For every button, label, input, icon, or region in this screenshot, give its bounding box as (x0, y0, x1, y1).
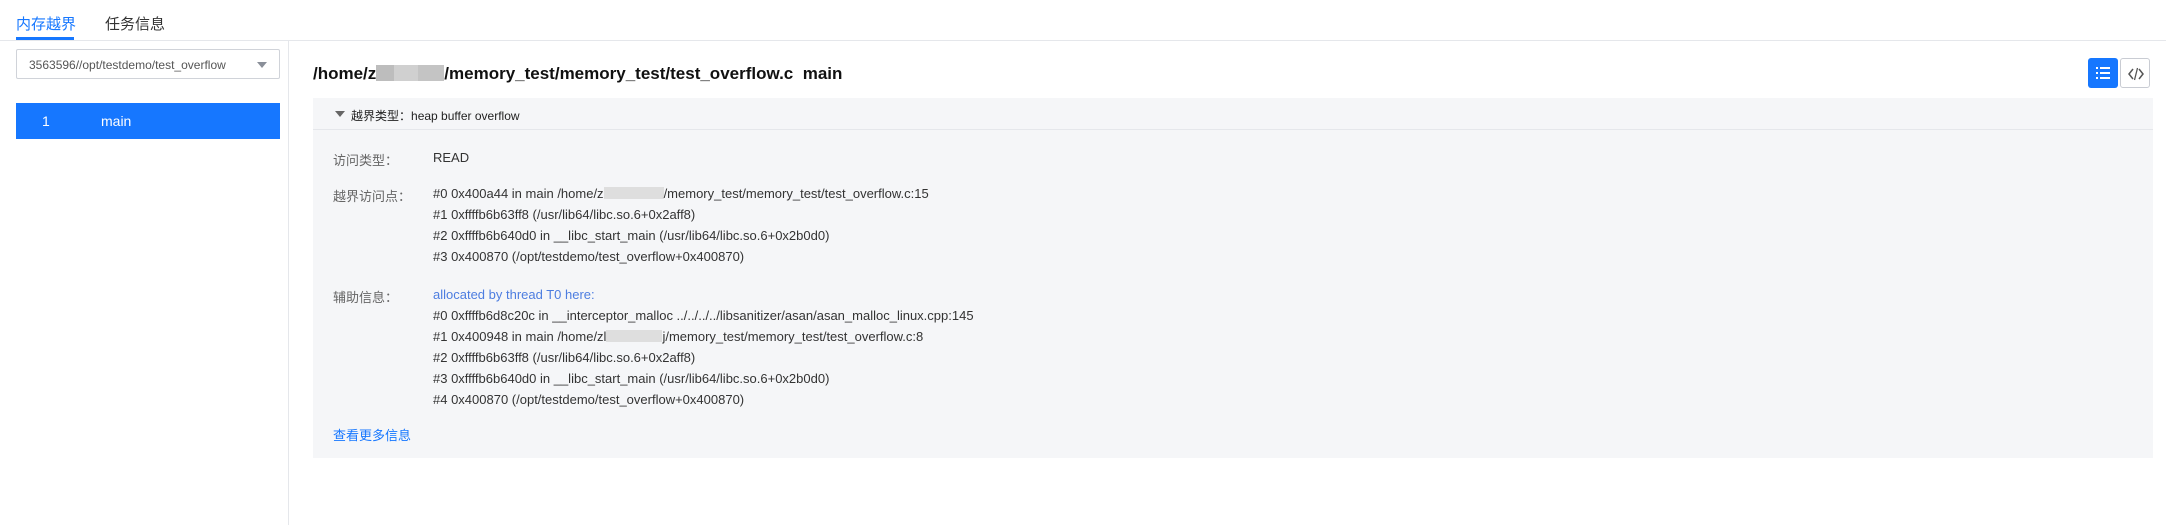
stack-frame-prefix: #0 0x400a44 in main /home/z (433, 186, 604, 201)
panel-header: 越界类型：heap buffer overflow (313, 98, 2153, 130)
overflow-detail-panel: 越界类型：heap buffer overflow 访问类型： READ 越界访… (313, 98, 2153, 458)
stack-frame-suffix: /memory_test/memory_test/test_overflow.c… (663, 186, 929, 201)
sidebar: 3563596//opt/testdemo/test_overflow 1 ma… (0, 41, 289, 525)
access-point-label: 越界访问点： (333, 189, 412, 204)
stack-frame: #0 0xffffb6d8c20c in __interceptor_mallo… (433, 308, 974, 323)
stack-frame: #4 0x400870 (/opt/testdemo/test_overflow… (433, 392, 745, 407)
redacted-block (418, 65, 445, 81)
code-icon (2128, 67, 2144, 81)
redacted-block (376, 65, 395, 81)
function-title: main (802, 64, 843, 83)
allocation-title: allocated by thread T0 here: (433, 287, 595, 302)
process-select-value: 3563596//opt/testdemo/test_overflow (29, 58, 226, 72)
function-list-item-main[interactable]: 1 main (16, 103, 280, 139)
process-select[interactable]: 3563596//opt/testdemo/test_overflow (16, 49, 280, 79)
stack-frame: #3 0xffffb6b640d0 in __libc_start_main (… (433, 371, 830, 386)
stack-frame: #2 0xffffb6b63ff8 (/usr/lib64/libc.so.6+… (433, 350, 696, 365)
stack-frame: #1 0xffffb6b63ff8 (/usr/lib64/libc.so.6+… (433, 207, 696, 222)
stack-frame: #1 0x400948 in main /home/zl j/memory_tes… (433, 329, 923, 344)
stack-frame: #0 0x400a44 in main /home/z/memory_test/… (433, 186, 929, 201)
path-prefix: /home/z (313, 64, 377, 83)
overflow-type-label: 越界类型： (351, 109, 412, 123)
aux-info-label: 辅助信息： (333, 290, 399, 305)
path-suffix: /memory_test/memory_test/test_overflow.c (444, 64, 794, 83)
list-icon (2096, 67, 2110, 79)
redacted-block (603, 187, 664, 199)
function-index: 1 (42, 113, 50, 129)
access-type-value: READ (433, 150, 470, 165)
overflow-type-heading: 越界类型：heap buffer overflow (351, 107, 520, 124)
redacted-block (606, 330, 663, 342)
tab-memory-overflow[interactable]: 内存越界 (16, 13, 76, 34)
stack-frame: #3 0x400870 (/opt/testdemo/test_overflow… (433, 249, 745, 264)
tab-bar: 内存越界 任务信息 (0, 0, 2166, 41)
tab-task-info[interactable]: 任务信息 (105, 13, 165, 34)
active-tab-indicator (16, 37, 74, 40)
stack-frame-prefix: #1 0x400948 in main /home/zl (433, 329, 607, 344)
code-view-button[interactable] (2120, 58, 2150, 88)
view-more-link[interactable]: 查看更多信息 (333, 425, 411, 444)
stack-frame: #2 0xffffb6b640d0 in __libc_start_main (… (433, 228, 830, 243)
caret-down-icon[interactable] (335, 111, 345, 117)
access-type-label: 访问类型： (333, 153, 399, 168)
redacted-block (394, 65, 419, 81)
chevron-down-icon (257, 62, 267, 68)
list-view-button[interactable] (2088, 58, 2118, 88)
function-name: main (101, 113, 132, 129)
stack-frame-suffix: j/memory_test/memory_test/test_overflow.… (662, 329, 924, 344)
file-path-title: /home/z/memory_test/memory_test/test_ove… (313, 64, 842, 84)
overflow-type-value: heap buffer overflow (411, 109, 520, 123)
